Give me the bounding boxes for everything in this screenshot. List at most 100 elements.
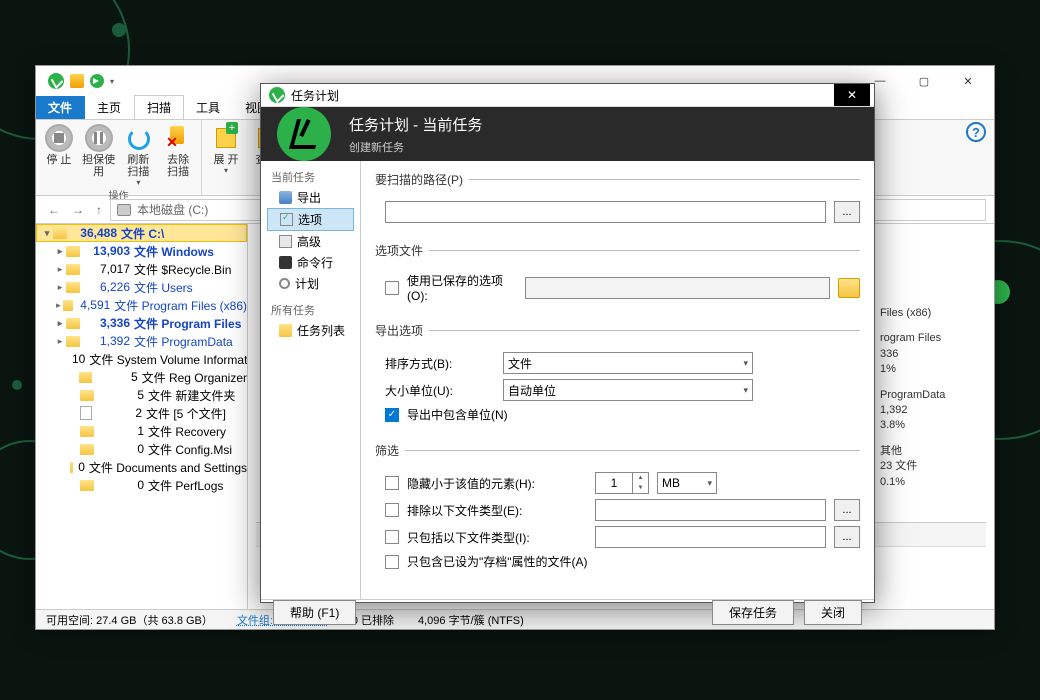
nav-forward[interactable]: → (68, 203, 88, 217)
tree-twisty[interactable]: ▸ (54, 300, 63, 311)
folder-icon (66, 282, 80, 293)
tree-row[interactable]: ▸1,392 文件 ProgramData (36, 332, 247, 350)
tree-row[interactable]: ▸6,226 文件 Users (36, 278, 247, 296)
chevron-down-icon: ▾ (707, 478, 712, 489)
remove-icon (164, 124, 192, 152)
nav-up[interactable]: ↑ (92, 203, 106, 217)
sizeunit-label: 大小单位(U): (385, 382, 495, 399)
tree-panel[interactable]: ▾36,488 文件 C:\▸13,903 文件 Windows▸7,017 文… (36, 224, 248, 609)
folder-icon (66, 246, 80, 257)
tree-row[interactable]: 5 文件 Reg Organizer (36, 368, 247, 386)
tab-tools[interactable]: 工具 (184, 96, 233, 119)
sortby-select[interactable]: 文件▾ (503, 352, 753, 374)
tree-row[interactable]: ▸13,903 文件 Windows (36, 242, 247, 260)
chevron-down-icon: ▾ (743, 358, 748, 369)
tree-twisty[interactable]: ▸ (54, 246, 66, 257)
tree-row[interactable]: ▸4,591 文件 Program Files (x86) (36, 296, 247, 314)
qat-dropdown-icon[interactable]: ▾ (110, 77, 114, 86)
tree-row[interactable]: ▾36,488 文件 C:\ (36, 224, 247, 242)
tree-twisty[interactable]: ▸ (54, 336, 66, 347)
export-legend: 导出选项 (375, 322, 429, 339)
qat-icon-2[interactable] (90, 74, 104, 88)
hide-smaller-spinner[interactable]: ▲▼ (595, 472, 649, 494)
include-types-checkbox[interactable] (385, 530, 399, 544)
include-unit-checkbox[interactable]: ✓ (385, 408, 399, 422)
archive-only-checkbox[interactable] (385, 555, 399, 569)
dialog-button-bar: 帮助 (F1) 保存任务 关闭 (261, 599, 874, 625)
exclude-types-input[interactable] (595, 499, 826, 521)
dialog-header-subtitle[interactable]: 创建新任务 (349, 139, 482, 155)
tree-twisty[interactable]: ▸ (54, 318, 66, 329)
close-dialog-button[interactable]: 关闭 (804, 600, 862, 625)
legend-item: 其他23 文件0.1% (880, 444, 980, 490)
sidebar-item-plan[interactable]: 计划 (267, 273, 354, 294)
folder-icon (80, 480, 94, 491)
close-button[interactable]: ✕ (946, 67, 990, 95)
sidebar-item-export[interactable]: 导出 (267, 187, 354, 208)
help-button[interactable]: ? (966, 122, 986, 142)
scan-path-legend: 要扫描的路径(P) (375, 171, 469, 188)
maximize-button[interactable]: ▢ (902, 67, 946, 95)
remove-scan-button[interactable]: 去除 扫描 (161, 122, 195, 178)
tree-row[interactable]: 1 文件 Recovery (36, 422, 247, 440)
tree-twisty[interactable]: ▸ (54, 264, 66, 275)
dialog-logo-icon (269, 87, 285, 103)
tree-row[interactable]: 0 文件 PerfLogs (36, 476, 247, 494)
expand-button[interactable]: 展 开▾ (208, 122, 244, 175)
folder-icon (80, 426, 94, 437)
folder-icon (66, 336, 80, 347)
spin-up[interactable]: ▲ (633, 473, 648, 483)
save-task-button[interactable]: 保存任务 (712, 600, 794, 625)
dialog-titlebar: 任务计划 ✕ (261, 84, 874, 107)
exclude-types-browse[interactable]: ... (834, 499, 860, 521)
stop-button[interactable]: 停 止 (42, 122, 76, 166)
hide-smaller-value[interactable] (595, 472, 633, 494)
scan-path-input[interactable] (385, 201, 826, 223)
tree-twisty[interactable]: ▸ (54, 282, 66, 293)
include-unit-label: 导出中包含单位(N) (407, 406, 508, 423)
help-button[interactable]: 帮助 (F1) (273, 600, 356, 625)
tree-row[interactable]: ▸3,336 文件 Program Files (36, 314, 247, 332)
qat-icon-1[interactable] (70, 74, 84, 88)
tree-twisty[interactable]: ▾ (41, 228, 53, 239)
exclude-types-checkbox[interactable] (385, 503, 399, 517)
sidebar-item-options[interactable]: 选项 (267, 208, 354, 231)
tree-row[interactable]: ▸7,017 文件 $Recycle.Bin (36, 260, 247, 278)
folder-icon (66, 318, 80, 329)
tree-row[interactable]: 0 文件 Documents and Settings (36, 458, 247, 476)
tasklist-icon (279, 324, 292, 337)
include-types-browse[interactable]: ... (834, 526, 860, 548)
folder-icon (63, 300, 73, 311)
sidebar-item-advanced[interactable]: 高级 (267, 231, 354, 252)
options-file-group: 选项文件 使用已保存的选项(O): (375, 242, 860, 318)
tree-row[interactable]: 5 文件 新建文件夹 (36, 386, 247, 404)
status-free: 可用空间: 27.4 GB（共 63.8 GB） (46, 612, 213, 628)
use-saved-checkbox[interactable] (385, 281, 399, 295)
dialog-big-logo-icon (277, 107, 331, 161)
nav-back[interactable]: ← (44, 203, 64, 217)
sidebar-item-tasklist[interactable]: 任务列表 (267, 320, 354, 341)
hide-smaller-label: 隐藏小于该值的元素(H): (407, 475, 587, 492)
dialog-close-button[interactable]: ✕ (834, 84, 870, 106)
tree-row[interactable]: 10 文件 System Volume Information (36, 350, 247, 368)
tree-row[interactable]: 0 文件 Config.Msi (36, 440, 247, 458)
tree-row[interactable]: 2 文件 [5 个文件] (36, 404, 247, 422)
scan-path-group: 要扫描的路径(P) ... (375, 171, 860, 238)
options-file-browse-button[interactable] (838, 278, 860, 298)
spin-down[interactable]: ▼ (633, 483, 648, 493)
include-types-input[interactable] (595, 526, 826, 548)
pause-button[interactable]: 担保使 用 (82, 122, 116, 178)
sizeunit-select[interactable]: 自动单位▾ (503, 379, 753, 401)
hide-smaller-unit-select[interactable]: MB▾ (657, 472, 717, 494)
options-file-input[interactable] (525, 277, 830, 299)
chart-legend: Files (x86)rogram Files3361%ProgramData1… (880, 306, 980, 500)
tab-file[interactable]: 文件 (36, 96, 85, 119)
hide-smaller-checkbox[interactable] (385, 476, 399, 490)
sidebar-item-cmdline[interactable]: 命令行 (267, 252, 354, 273)
refresh-scan-button[interactable]: 刷新 扫描▾ (122, 122, 156, 187)
scan-path-browse-button[interactable]: ... (834, 201, 860, 223)
tab-scan[interactable]: 扫描 (134, 95, 184, 119)
sidebar-group-current: 当前任务 (267, 167, 354, 187)
legend-item: ProgramData1,3923.8% (880, 388, 980, 434)
tab-home[interactable]: 主页 (85, 96, 134, 119)
